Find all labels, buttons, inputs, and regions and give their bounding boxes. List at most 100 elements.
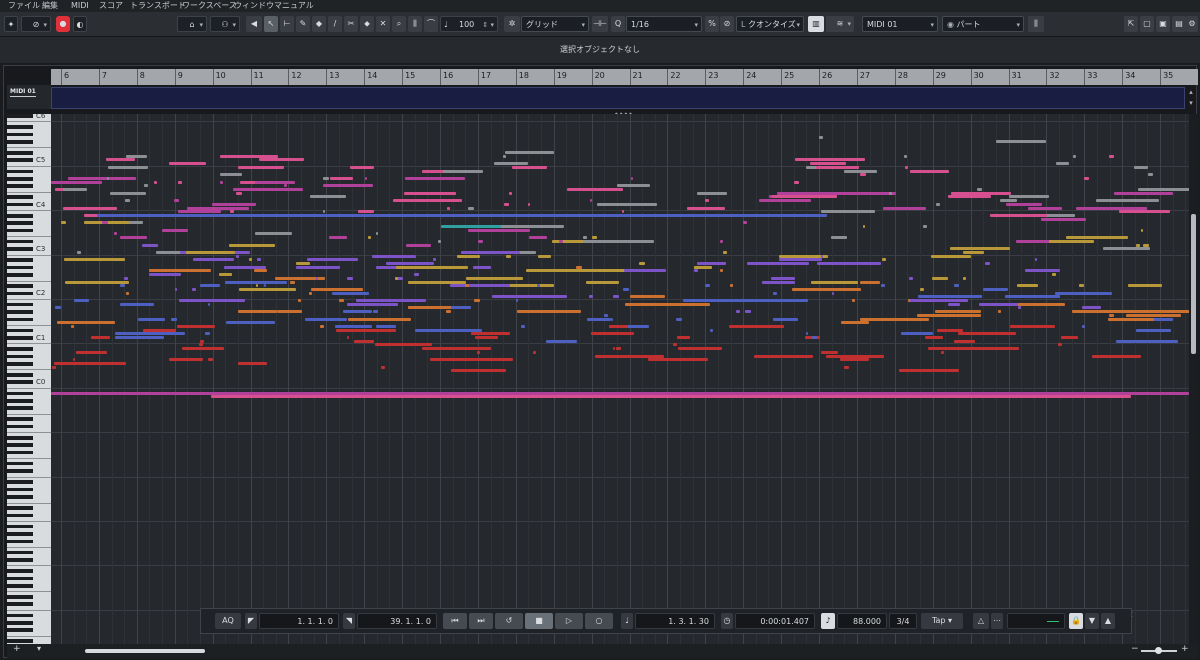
midi-note[interactable] <box>719 269 724 273</box>
midi-note[interactable] <box>1072 310 1143 314</box>
midi-note[interactable] <box>1008 195 1049 199</box>
left-locator-field[interactable]: 1. 1. 1. 0 <box>259 613 339 629</box>
black-key[interactable] <box>7 398 33 403</box>
midi-note[interactable] <box>977 188 982 192</box>
black-key[interactable] <box>7 291 33 296</box>
midi-note[interactable] <box>404 176 466 180</box>
stack-icon[interactable]: ≋ ▾ <box>826 16 854 32</box>
black-key[interactable] <box>7 513 33 518</box>
midi-note[interactable] <box>989 213 1048 217</box>
midi-note[interactable] <box>125 291 129 295</box>
midi-note[interactable] <box>583 239 654 243</box>
black-key[interactable] <box>7 258 33 262</box>
midi-note[interactable] <box>920 287 925 291</box>
black-key[interactable] <box>7 450 33 455</box>
midi-note[interactable] <box>1060 336 1079 340</box>
midi-note[interactable] <box>621 210 624 214</box>
midi-note[interactable] <box>904 165 909 169</box>
range-tool-icon[interactable]: ⊢ <box>280 16 294 32</box>
midi-note[interactable] <box>120 236 148 240</box>
midi-note[interactable] <box>467 228 530 232</box>
midi-note[interactable] <box>615 347 622 351</box>
black-key[interactable] <box>7 602 33 607</box>
midi-note[interactable] <box>177 180 182 184</box>
black-key[interactable] <box>7 213 33 218</box>
midi-note[interactable] <box>748 299 808 303</box>
midi-note[interactable] <box>629 295 665 299</box>
midi-note[interactable] <box>791 287 862 291</box>
black-key[interactable] <box>7 354 33 359</box>
midi-note[interactable] <box>900 317 921 321</box>
midi-note[interactable] <box>433 258 437 262</box>
midi-note[interactable] <box>407 306 424 310</box>
black-key[interactable] <box>7 169 33 174</box>
midi-note[interactable] <box>207 302 211 306</box>
midi-note[interactable] <box>357 210 374 214</box>
midi-note[interactable] <box>343 310 373 314</box>
midi-note[interactable] <box>498 225 564 229</box>
midi-note[interactable] <box>594 354 665 358</box>
midi-note[interactable] <box>174 199 179 203</box>
midi-note[interactable] <box>375 343 433 347</box>
midi-note[interactable] <box>229 243 275 247</box>
midi-note[interactable] <box>517 310 582 314</box>
black-key[interactable] <box>7 158 33 163</box>
midi-note[interactable] <box>238 287 296 291</box>
midi-note[interactable] <box>395 276 399 280</box>
midi-note[interactable] <box>51 365 57 369</box>
midi-note[interactable] <box>1009 324 1055 328</box>
midi-note[interactable] <box>451 369 507 373</box>
trim-tool-icon[interactable]: ⌒ <box>424 16 438 32</box>
midi-note[interactable] <box>90 336 110 340</box>
midi-note[interactable] <box>888 191 892 195</box>
midi-note[interactable] <box>61 221 66 225</box>
midi-note[interactable] <box>908 276 913 280</box>
midi-note[interactable] <box>474 336 498 340</box>
black-key[interactable] <box>7 195 33 200</box>
overview-scroll[interactable]: ▴ ▾ <box>1185 87 1197 109</box>
midi-note[interactable] <box>364 176 368 180</box>
left-locator-icon[interactable]: ◤ <box>245 613 257 629</box>
midi-note[interactable] <box>168 162 206 166</box>
auto-quantize-button[interactable]: AQ <box>215 613 241 629</box>
black-key[interactable] <box>7 435 33 440</box>
midi-note[interactable] <box>639 262 646 266</box>
midi-note[interactable] <box>460 250 521 254</box>
midi-note[interactable] <box>283 184 288 188</box>
midi-note[interactable] <box>816 165 859 169</box>
midi-note[interactable] <box>323 176 330 180</box>
midi-note[interactable] <box>1040 217 1087 221</box>
midi-note[interactable] <box>613 295 619 299</box>
black-key[interactable] <box>7 550 33 555</box>
midi-note[interactable] <box>995 139 1047 143</box>
menu-manual[interactable]: マニュアル <box>274 0 314 12</box>
add-icon[interactable]: + <box>13 644 21 654</box>
midi-note[interactable] <box>219 180 223 184</box>
midi-note[interactable] <box>191 287 196 291</box>
midi-note[interactable] <box>935 202 941 206</box>
midi-note[interactable] <box>610 317 614 321</box>
black-key[interactable] <box>7 328 33 333</box>
mute-tool-icon[interactable]: ✕ <box>376 16 390 32</box>
midi-note[interactable] <box>930 254 971 258</box>
midi-note[interactable] <box>494 162 529 166</box>
midi-note[interactable] <box>779 258 823 262</box>
pin-icon[interactable]: ✦ <box>4 16 18 32</box>
midi-note[interactable] <box>730 284 734 288</box>
midi-note[interactable] <box>311 287 363 291</box>
midi-note[interactable] <box>515 299 519 303</box>
midi-note[interactable] <box>527 202 530 206</box>
horizontal-scrollbar[interactable]: + ▾ − + <box>7 644 1198 658</box>
midi-note[interactable] <box>950 247 997 251</box>
midi-note[interactable] <box>1088 236 1115 240</box>
midi-note[interactable] <box>704 284 710 288</box>
black-key[interactable] <box>7 628 33 632</box>
midi-note[interactable] <box>587 317 612 321</box>
zoom-out-icon[interactable]: − <box>1131 644 1139 654</box>
black-key[interactable] <box>7 347 33 351</box>
midi-note[interactable] <box>1127 284 1162 288</box>
midi-note[interactable] <box>54 361 126 365</box>
midi-note[interactable] <box>710 328 713 332</box>
midi-note[interactable] <box>322 184 374 188</box>
sustained-note[interactable] <box>97 213 827 217</box>
